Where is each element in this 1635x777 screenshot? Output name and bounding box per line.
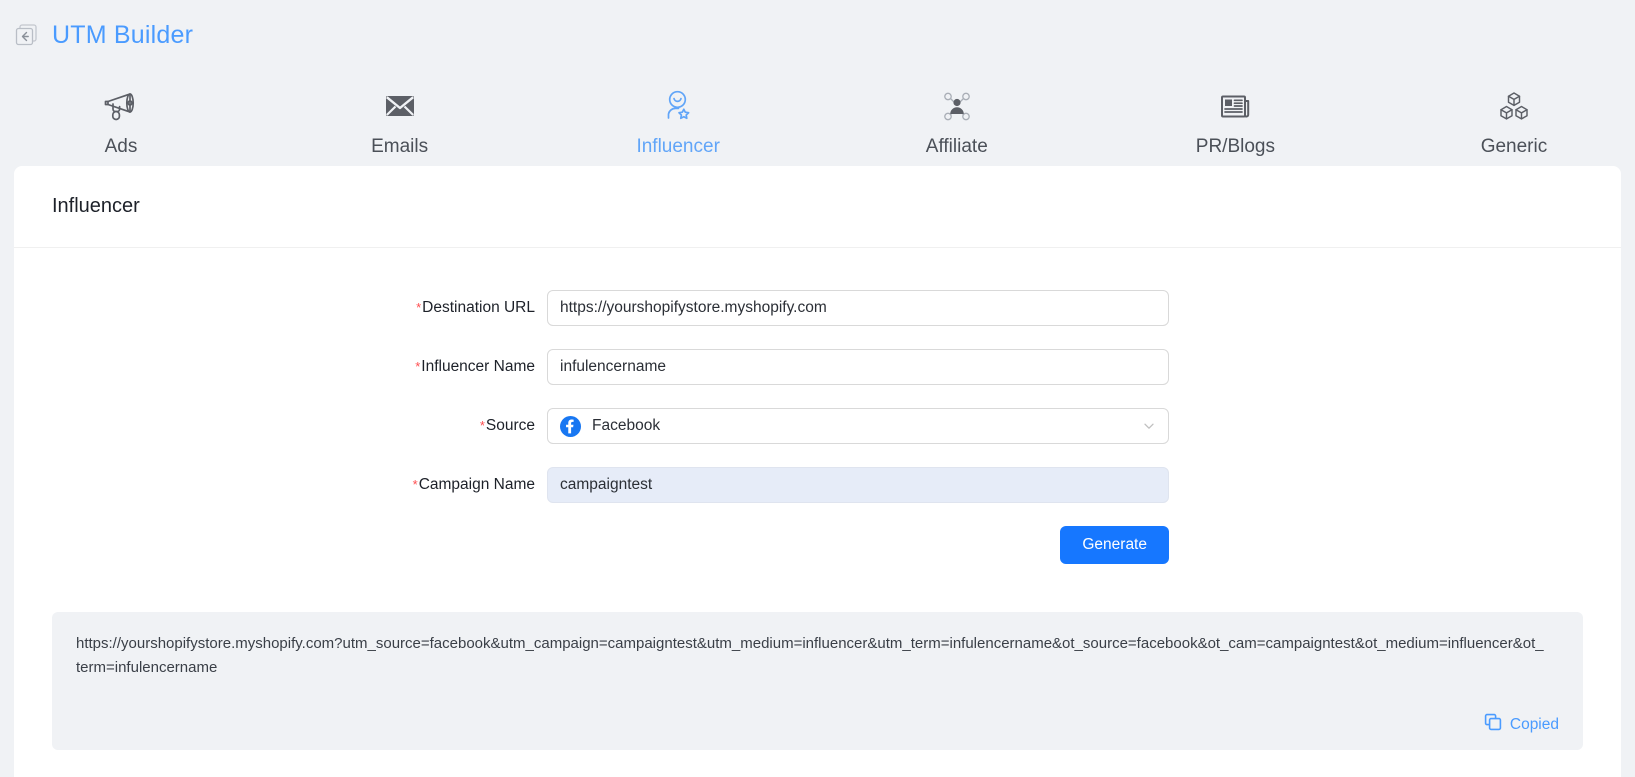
source-value-text: Facebook bbox=[592, 417, 661, 434]
influencer-name-value: infulencername bbox=[560, 358, 666, 375]
tab-label-affiliate: Affiliate bbox=[925, 136, 988, 157]
newspaper-icon bbox=[1214, 85, 1256, 127]
facebook-icon bbox=[560, 415, 581, 437]
tab-influencer[interactable]: Influencer bbox=[603, 85, 753, 156]
label-text-campaign-name: Campaign Name bbox=[418, 476, 535, 493]
generated-url-panel: https://yourshopifystore.myshopify.com?u… bbox=[52, 612, 1583, 750]
form-row-influencer-name: *Influencer Name infulencername bbox=[52, 349, 1583, 385]
campaign-name-value: campaigntest bbox=[560, 476, 653, 493]
page-title: UTM Builder bbox=[52, 20, 194, 49]
tab-generic[interactable]: Generic bbox=[1439, 85, 1589, 156]
generate-row-spacer bbox=[52, 526, 547, 564]
tab-strip: Ads Emails Influencer Affiliate PR/Blogs… bbox=[0, 56, 1635, 156]
source-selected-value: Facebook bbox=[560, 415, 661, 437]
campaign-name-input[interactable]: campaigntest bbox=[547, 467, 1169, 503]
form-row-source: *Source Facebook bbox=[52, 408, 1583, 444]
destination-url-value: https://yourshopifystore.myshopify.com bbox=[560, 299, 827, 316]
megaphone-icon bbox=[100, 85, 142, 127]
influencer-person-star-icon bbox=[657, 85, 699, 127]
cubes-icon bbox=[1493, 85, 1535, 127]
required-asterisk: * bbox=[416, 300, 422, 316]
destination-url-input[interactable]: https://yourshopifystore.myshopify.com bbox=[547, 290, 1169, 326]
copy-label: Copied bbox=[1509, 715, 1559, 733]
generated-url-text: https://yourshopifystore.myshopify.com?u… bbox=[76, 635, 1544, 676]
copy-button[interactable]: Copied bbox=[1484, 713, 1559, 736]
tab-label-influencer: Influencer bbox=[636, 136, 720, 157]
tab-label-generic: Generic bbox=[1480, 136, 1548, 157]
label-source: *Source bbox=[52, 417, 547, 435]
label-text-source: Source bbox=[485, 417, 535, 434]
generate-button[interactable]: Generate bbox=[1060, 526, 1169, 564]
tab-pr-blogs[interactable]: PR/Blogs bbox=[1160, 85, 1310, 156]
influencer-name-input[interactable]: infulencername bbox=[547, 349, 1169, 385]
copy-icon bbox=[1484, 713, 1502, 736]
page-header: UTM Builder bbox=[0, 0, 1635, 56]
generate-row: Generate bbox=[52, 526, 1583, 564]
tab-label-ads: Ads bbox=[104, 136, 138, 157]
label-campaign-name: *Campaign Name bbox=[52, 476, 547, 494]
tab-label-emails: Emails bbox=[371, 136, 429, 157]
back-arrow-icon[interactable] bbox=[14, 22, 40, 48]
source-select[interactable]: Facebook bbox=[547, 408, 1169, 444]
required-asterisk: * bbox=[479, 418, 485, 434]
required-asterisk: * bbox=[415, 359, 421, 375]
required-asterisk: * bbox=[412, 477, 418, 493]
label-influencer-name: *Influencer Name bbox=[52, 358, 547, 376]
tab-ads[interactable]: Ads bbox=[46, 85, 196, 156]
card-body: *Destination URL https://yourshopifystor… bbox=[14, 248, 1621, 750]
card-header: Influencer bbox=[14, 166, 1621, 248]
envelope-icon bbox=[379, 85, 421, 127]
label-text-influencer-name: Influencer Name bbox=[421, 358, 535, 375]
form-row-campaign-name: *Campaign Name campaigntest bbox=[52, 467, 1583, 503]
generate-button-area: Generate bbox=[547, 526, 1169, 564]
label-text-destination-url: Destination URL bbox=[422, 299, 535, 316]
label-destination-url: *Destination URL bbox=[52, 299, 547, 317]
influencer-card: Influencer *Destination URL https://your… bbox=[14, 166, 1621, 777]
form-row-destination-url: *Destination URL https://yourshopifystor… bbox=[52, 290, 1583, 326]
tab-label-pr-blogs: PR/Blogs bbox=[1195, 136, 1275, 157]
card-title: Influencer bbox=[52, 195, 140, 217]
affiliate-network-icon bbox=[936, 85, 978, 127]
tab-affiliate[interactable]: Affiliate bbox=[882, 85, 1032, 156]
tab-emails[interactable]: Emails bbox=[325, 85, 475, 156]
chevron-down-icon[interactable] bbox=[1142, 419, 1156, 433]
